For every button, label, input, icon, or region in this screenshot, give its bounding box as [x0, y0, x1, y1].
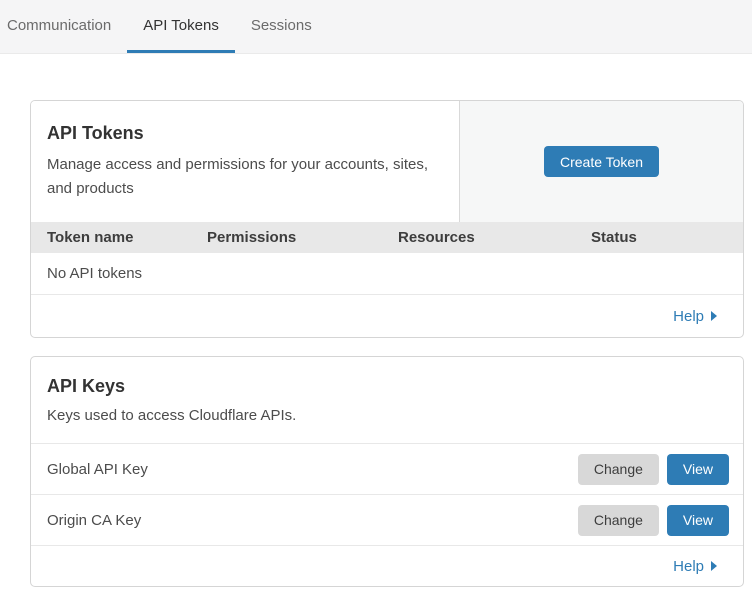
global-api-key-change-button[interactable]: Change	[578, 454, 659, 485]
column-header-status: Status	[591, 229, 743, 246]
global-api-key-label: Global API Key	[47, 461, 578, 478]
no-api-tokens-message: No API tokens	[47, 265, 142, 282]
tab-sessions[interactable]: Sessions	[235, 0, 328, 53]
help-arrow-icon	[711, 311, 717, 321]
origin-ca-key-view-button[interactable]: View	[667, 505, 729, 536]
help-link-label: Help	[673, 558, 704, 575]
api-tokens-card-header-text: API Tokens Manage access and permissions…	[31, 101, 460, 222]
main-content: API Tokens Manage access and permissions…	[0, 54, 752, 587]
column-header-resources: Resources	[398, 229, 591, 246]
origin-ca-key-label: Origin CA Key	[47, 512, 578, 529]
tokens-table-empty-row: No API tokens	[31, 253, 743, 295]
column-header-token-name: Token name	[31, 229, 207, 246]
help-arrow-icon	[711, 561, 717, 571]
origin-ca-key-row: Origin CA Key Change View	[31, 494, 743, 545]
column-header-permissions: Permissions	[207, 229, 398, 246]
api-tokens-card: API Tokens Manage access and permissions…	[30, 100, 744, 338]
api-keys-card-header: API Keys Keys used to access Cloudflare …	[31, 357, 743, 443]
tab-bar: Communication API Tokens Sessions	[0, 0, 752, 54]
tokens-table-header: Token name Permissions Resources Status	[31, 222, 743, 253]
api-tokens-description: Manage access and permissions for your a…	[47, 153, 443, 201]
api-tokens-card-header: API Tokens Manage access and permissions…	[31, 101, 743, 222]
origin-ca-key-change-button[interactable]: Change	[578, 505, 659, 536]
tab-communication[interactable]: Communication	[0, 0, 127, 53]
api-keys-title: API Keys	[47, 374, 727, 398]
tab-api-tokens[interactable]: API Tokens	[127, 0, 235, 53]
api-tokens-help-link[interactable]: Help	[673, 308, 717, 325]
api-tokens-card-footer: Help	[31, 295, 743, 337]
create-token-button[interactable]: Create Token	[544, 146, 659, 177]
global-api-key-row: Global API Key Change View	[31, 443, 743, 494]
api-keys-card: API Keys Keys used to access Cloudflare …	[30, 356, 744, 587]
global-api-key-view-button[interactable]: View	[667, 454, 729, 485]
api-tokens-title: API Tokens	[47, 121, 443, 145]
api-keys-card-footer: Help	[31, 545, 743, 586]
help-link-label: Help	[673, 308, 704, 325]
api-keys-description: Keys used to access Cloudflare APIs.	[47, 404, 447, 428]
api-tokens-card-header-action: Create Token	[460, 101, 743, 222]
api-keys-help-link[interactable]: Help	[673, 558, 717, 575]
